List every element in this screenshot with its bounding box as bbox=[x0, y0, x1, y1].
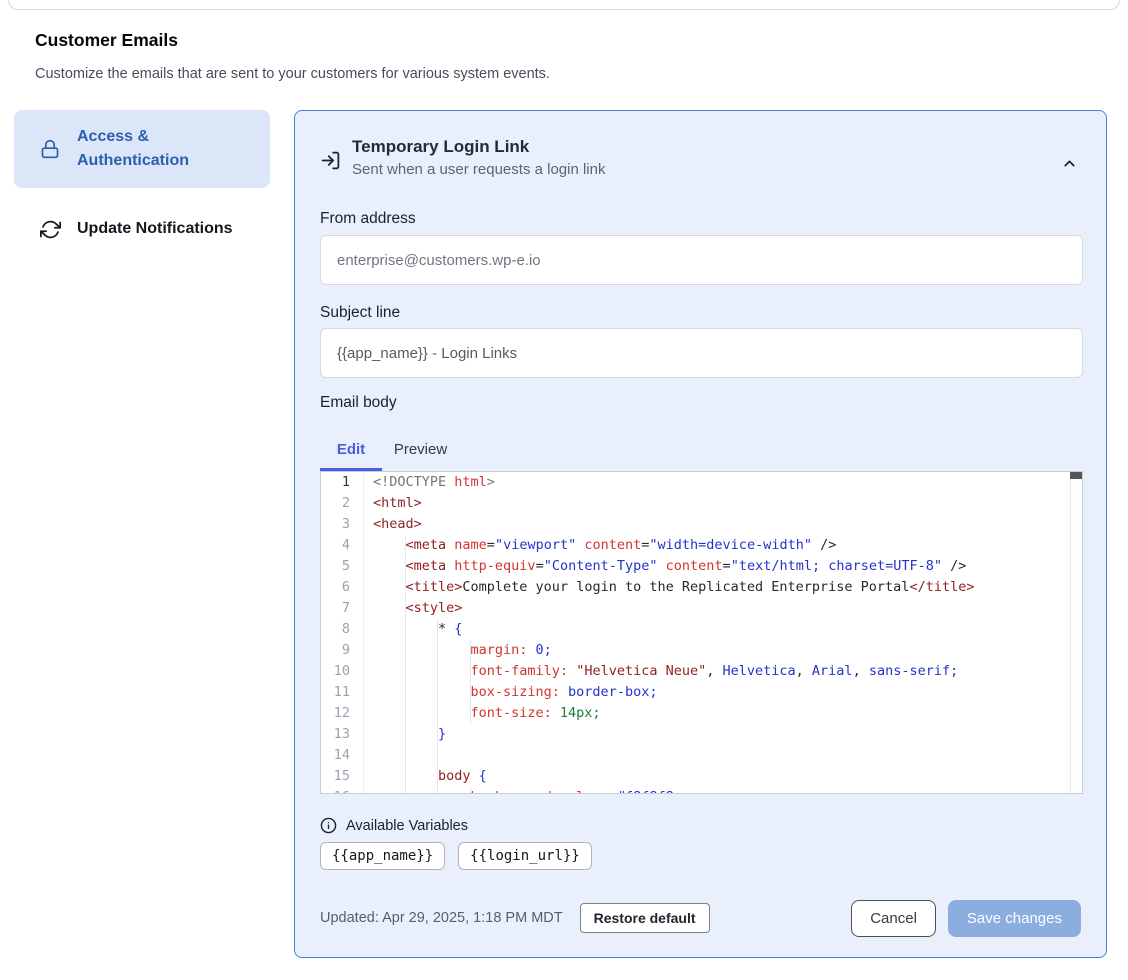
save-changes-button[interactable]: Save changes bbox=[948, 900, 1081, 937]
code-line: 15body { bbox=[321, 766, 1082, 787]
editor-scrollbar[interactable] bbox=[1070, 472, 1082, 793]
available-variables-row: Available Variables bbox=[320, 817, 468, 834]
sidebar-item-label: Update Notifications bbox=[77, 217, 237, 241]
previous-card-edge bbox=[8, 0, 1120, 10]
panel-subtitle: Sent when a user requests a login link bbox=[352, 161, 605, 178]
editor-scrollbar-thumb[interactable] bbox=[1070, 472, 1082, 479]
sidebar-item-label: Access & Authentication bbox=[77, 125, 237, 173]
login-icon bbox=[320, 150, 341, 171]
customer-emails-page: Customer Emails Customize the emails tha… bbox=[0, 0, 1128, 980]
code-line: 2<html> bbox=[321, 493, 1082, 514]
chevron-up-icon[interactable] bbox=[1061, 155, 1078, 172]
tab-preview[interactable]: Preview bbox=[382, 431, 459, 468]
code-line: 3<head> bbox=[321, 514, 1082, 535]
refresh-icon bbox=[38, 219, 62, 240]
tab-edit[interactable]: Edit bbox=[320, 431, 382, 468]
code-line: 4<meta name="viewport" content="width=de… bbox=[321, 535, 1082, 556]
panel-title: Temporary Login Link bbox=[352, 137, 605, 157]
info-icon bbox=[320, 817, 337, 834]
updated-timestamp: Updated: Apr 29, 2025, 1:18 PM MDT bbox=[320, 910, 563, 926]
email-types-sidebar: Access & Authentication Update Notificat… bbox=[14, 110, 270, 253]
code-line: 9margin: 0; bbox=[321, 640, 1082, 661]
from-address-input[interactable] bbox=[320, 235, 1083, 285]
code-lines: 1<!DOCTYPE html>2<html>3<head>4<meta nam… bbox=[321, 472, 1082, 794]
code-line: 6<title>Complete your login to the Repli… bbox=[321, 577, 1082, 598]
page-subtitle: Customize the emails that are sent to yo… bbox=[35, 66, 550, 82]
code-line: 10font-family: "Helvetica Neue", Helveti… bbox=[321, 661, 1082, 682]
code-line: 11box-sizing: border-box; bbox=[321, 682, 1082, 703]
lock-icon bbox=[38, 139, 62, 159]
email-body-code-editor[interactable]: 1<!DOCTYPE html>2<html>3<head>4<meta nam… bbox=[320, 471, 1083, 794]
code-line: 1<!DOCTYPE html> bbox=[321, 472, 1082, 493]
code-line: 14 bbox=[321, 745, 1082, 766]
code-line: 5<meta http-equiv="Content-Type" content… bbox=[321, 556, 1082, 577]
available-variables-label: Available Variables bbox=[346, 818, 468, 834]
email-body-label: Email body bbox=[320, 394, 397, 412]
panel-header: Temporary Login Link Sent when a user re… bbox=[352, 137, 605, 178]
from-address-label: From address bbox=[320, 210, 416, 228]
page-title: Customer Emails bbox=[35, 30, 178, 51]
variable-chips: {{app_name}} {{login_url}} bbox=[320, 842, 592, 870]
panel-footer: Updated: Apr 29, 2025, 1:18 PM MDT Resto… bbox=[320, 899, 1081, 937]
code-line: 7<style> bbox=[321, 598, 1082, 619]
code-line: 13} bbox=[321, 724, 1082, 745]
subject-line-label: Subject line bbox=[320, 304, 400, 322]
sidebar-item-update-notifications[interactable]: Update Notifications bbox=[14, 205, 270, 253]
cancel-button[interactable]: Cancel bbox=[851, 900, 936, 937]
code-line: 8* { bbox=[321, 619, 1082, 640]
code-line: 12font-size: 14px; bbox=[321, 703, 1082, 724]
variable-chip-login-url[interactable]: {{login_url}} bbox=[458, 842, 592, 870]
restore-default-button[interactable]: Restore default bbox=[580, 903, 710, 933]
subject-line-input[interactable] bbox=[320, 328, 1083, 378]
variable-chip-app-name[interactable]: {{app_name}} bbox=[320, 842, 445, 870]
temporary-login-link-panel: Temporary Login Link Sent when a user re… bbox=[294, 110, 1107, 958]
code-line: 16background-color: #f8f8f8; bbox=[321, 787, 1082, 794]
sidebar-item-access-authentication[interactable]: Access & Authentication bbox=[14, 110, 270, 188]
